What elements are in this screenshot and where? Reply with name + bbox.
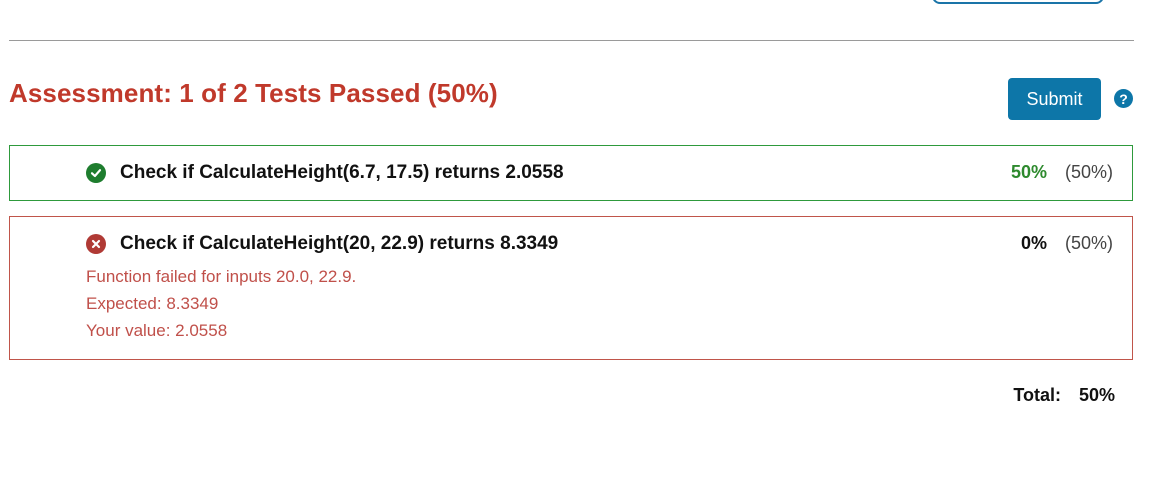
test-score: 0% (50%) xyxy=(1021,233,1113,254)
submit-button[interactable]: Submit xyxy=(1008,78,1101,120)
help-icon[interactable]: ? xyxy=(1114,89,1133,108)
test-title: Check if CalculateHeight(20, 22.9) retur… xyxy=(120,233,559,254)
score-weight: (50%) xyxy=(1064,233,1113,253)
failure-message: Function failed for inputs 20.0, 22.9. xyxy=(86,267,357,286)
expected-value: Expected: 8.3349 xyxy=(86,294,219,313)
test-title-row: Check if CalculateHeight(6.7, 17.5) retu… xyxy=(86,162,564,184)
test-result-pass: Check if CalculateHeight(6.7, 17.5) retu… xyxy=(9,145,1133,201)
test-title-row: Check if CalculateHeight(20, 22.9) retur… xyxy=(86,233,558,255)
assessment-title: Assessment: 1 of 2 Tests Passed (50%) xyxy=(9,78,498,108)
actual-value: Your value: 2.0558 xyxy=(86,321,228,340)
total-value: 50% xyxy=(1078,385,1115,405)
total-label: Total: xyxy=(1013,385,1061,405)
total-score: Total: 50% xyxy=(1013,385,1115,406)
score-earned: 0% xyxy=(1020,233,1047,253)
score-weight: (50%) xyxy=(1064,162,1113,182)
failure-details: Function failed for inputs 20.0, 22.9. E… xyxy=(86,263,356,344)
test-result-fail: Check if CalculateHeight(20, 22.9) retur… xyxy=(9,216,1133,360)
check-circle-icon xyxy=(86,163,106,183)
top-button-partial[interactable] xyxy=(932,0,1104,4)
divider xyxy=(9,40,1134,41)
x-circle-icon xyxy=(86,234,106,254)
score-earned: 50% xyxy=(1010,162,1047,182)
test-title: Check if CalculateHeight(6.7, 17.5) retu… xyxy=(120,162,564,183)
assessment-header: Assessment: 1 of 2 Tests Passed (50%) Su… xyxy=(9,76,1134,120)
test-score: 50% (50%) xyxy=(1011,162,1113,183)
